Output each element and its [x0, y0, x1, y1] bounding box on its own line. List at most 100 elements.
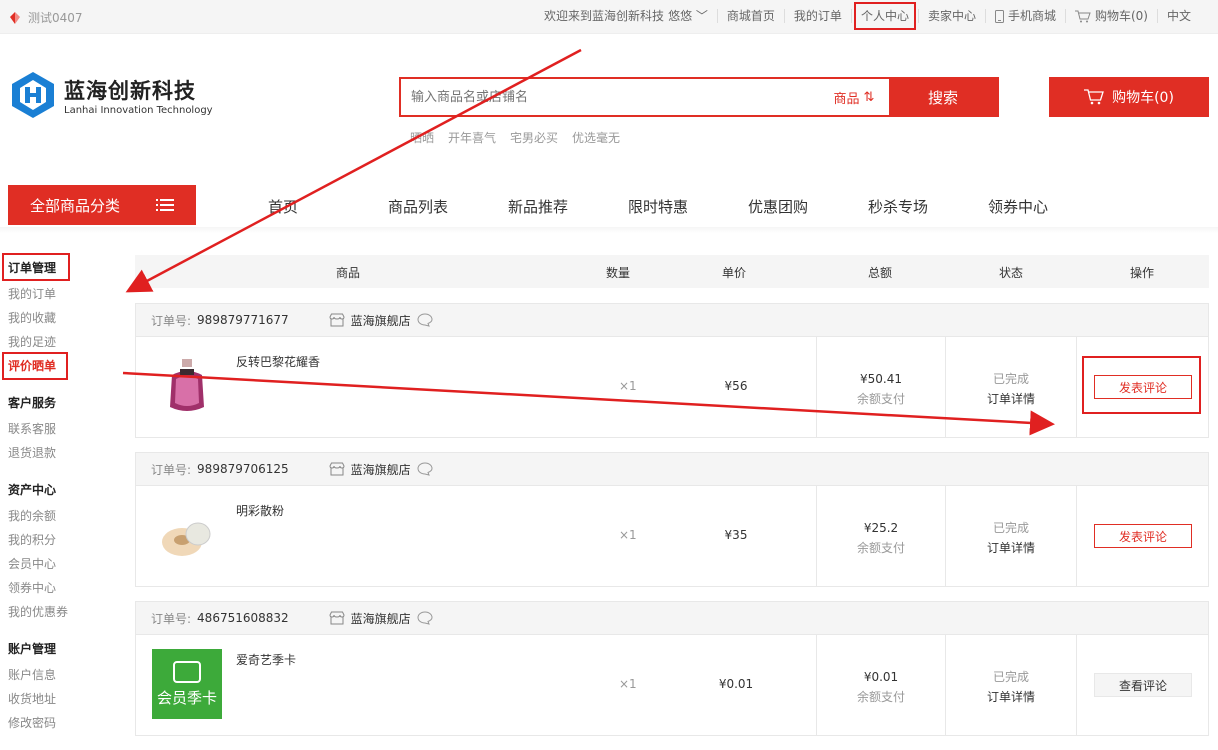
sidebar-group-title: 账户管理: [8, 642, 57, 656]
nav-product-list[interactable]: 商品列表: [388, 196, 508, 217]
order-detail-link[interactable]: 订单详情: [946, 389, 1076, 409]
view-review-button[interactable]: 查看评论: [1094, 673, 1192, 697]
order-number: 989879771677: [197, 313, 289, 327]
annotation-box-order-management: [2, 253, 70, 281]
swap-icon: ⇅: [863, 89, 875, 105]
nav-home[interactable]: 首页: [268, 196, 388, 217]
nav-group-buy[interactable]: 优惠团购: [748, 196, 868, 217]
chat-icon[interactable]: [417, 611, 433, 625]
product-image-powder[interactable]: [152, 500, 222, 570]
all-categories-label: 全部商品分类: [29, 196, 120, 215]
location-selector[interactable]: 测试0407: [8, 9, 83, 26]
hotword[interactable]: 宅男必买: [510, 129, 558, 146]
product-image-iqiyi-card[interactable]: 会员季卡: [152, 649, 222, 719]
shop-link[interactable]: 蓝海旗舰店: [329, 312, 433, 329]
product-price: ¥56: [724, 379, 748, 393]
order-total: ¥0.01 余额支付: [816, 635, 946, 735]
personal-center-label: 个人中心: [853, 2, 916, 30]
nav-flash-sale[interactable]: 秒杀专场: [868, 196, 988, 217]
order-header: 订单号: 989879706125 蓝海旗舰店: [136, 453, 1208, 486]
hotword[interactable]: 优选毫无: [572, 129, 620, 146]
product-name[interactable]: 明彩散粉: [236, 502, 284, 519]
username: 悠悠: [668, 9, 693, 23]
product-name[interactable]: 反转巴黎花耀香: [236, 353, 320, 370]
sidebar-item-change-password[interactable]: 修改密码: [8, 711, 118, 735]
col-total: 总额: [867, 266, 893, 280]
nav-coupon-center[interactable]: 领券中心: [988, 196, 1108, 217]
sidebar-item-addresses[interactable]: 收货地址: [8, 687, 118, 711]
product-image-perfume[interactable]: [152, 351, 222, 421]
product-name[interactable]: 爱奇艺季卡: [236, 651, 296, 668]
order-number: 989879706125: [197, 462, 289, 476]
mobile-mall-label: 手机商城: [1007, 9, 1056, 23]
link-my-orders[interactable]: 我的订单: [783, 9, 851, 23]
all-categories-button[interactable]: 全部商品分类: [8, 185, 196, 225]
order-detail-link[interactable]: 订单详情: [946, 538, 1076, 558]
sidebar-item-balance[interactable]: 我的余额: [8, 504, 118, 528]
search-type-toggle[interactable]: 商品 ⇅: [819, 79, 889, 115]
welcome-text: 欢迎来到蓝海创新科技 悠悠 ﹀: [535, 9, 717, 23]
sidebar-item-favorites[interactable]: 我的收藏: [8, 306, 118, 330]
username-dropdown[interactable]: 悠悠 ﹀: [668, 9, 708, 23]
brand-logo[interactable]: 蓝海创新科技 Lanhai Innovation Technology: [8, 70, 213, 120]
phone-icon: [994, 9, 1004, 23]
brand-name: 蓝海创新科技: [64, 78, 196, 103]
brand-name-en: Lanhai Innovation Technology: [64, 104, 213, 116]
nav-new-products[interactable]: 新品推荐: [508, 196, 628, 217]
status-text: 已完成: [992, 670, 1029, 684]
shop-link[interactable]: 蓝海旗舰店: [329, 610, 433, 627]
search-input[interactable]: [401, 79, 819, 115]
order-status: 已完成 订单详情: [946, 337, 1077, 437]
link-seller-center[interactable]: 卖家中心: [917, 9, 985, 23]
sidebar-item-account-info[interactable]: 账户信息: [8, 663, 118, 687]
sidebar-item-coupon-center[interactable]: 领券中心: [8, 576, 118, 600]
pay-method: 余额支付: [856, 392, 905, 406]
sidebar-item-contact-service[interactable]: 联系客服: [8, 417, 118, 441]
link-language[interactable]: 中文: [1156, 9, 1200, 23]
sidebar: 订单管理 我的订单 我的收藏 我的足迹 评价晒单 客户服务 联系客服 退货退款 …: [8, 258, 118, 750]
link-mall-home[interactable]: 商城首页: [716, 9, 784, 23]
hotword[interactable]: 开年喜气: [448, 129, 496, 146]
sidebar-item-my-coupons[interactable]: 我的优惠券: [8, 600, 118, 624]
sidebar-item-points[interactable]: 我的积分: [8, 528, 118, 552]
write-review-button[interactable]: 发表评论: [1094, 524, 1192, 548]
sidebar-item-my-orders[interactable]: 我的订单: [8, 282, 118, 306]
sidebar-item-footprints[interactable]: 我的足迹: [8, 330, 118, 354]
order-header: 订单号: 989879771677 蓝海旗舰店: [136, 304, 1208, 337]
pay-method: 余额支付: [856, 690, 905, 704]
link-personal-center[interactable]: 个人中心: [850, 2, 918, 30]
shop-icon: [329, 611, 345, 625]
shop-name: 蓝海旗舰店: [350, 462, 411, 477]
order-number: 486751608832: [197, 611, 289, 625]
chat-icon[interactable]: [417, 313, 433, 327]
annotation-box-review-button: [1082, 356, 1201, 414]
order-total: ¥25.2 余额支付: [816, 486, 946, 586]
shop-icon: [329, 313, 345, 327]
chat-icon[interactable]: [417, 462, 433, 476]
logo-icon: [12, 72, 54, 118]
hotword[interactable]: 晒晒: [410, 129, 434, 146]
top-bar: 测试0407 欢迎来到蓝海创新科技 悠悠 ﹀ 商城首页 我的订单 个人中心 卖家…: [0, 0, 1218, 34]
nav-divider: [0, 227, 1218, 233]
order-total: ¥50.41 余额支付: [816, 337, 946, 437]
order-no-label: 订单号:: [151, 462, 192, 477]
order-card: 订单号: 486751608832 蓝海旗舰店 会员季卡 爱奇艺季卡 ×1 ¥0…: [135, 601, 1209, 736]
search-button[interactable]: 搜索: [889, 79, 997, 115]
annotation-box-reviews: [2, 352, 68, 380]
search-type-label: 商品: [833, 91, 860, 107]
product-price: ¥0.01: [718, 677, 754, 691]
col-status: 状态: [998, 266, 1024, 280]
search-bar: 商品 ⇅ 搜索: [399, 77, 999, 117]
link-mobile-mall[interactable]: 手机商城: [984, 9, 1065, 23]
link-cart[interactable]: 购物车(0): [1064, 9, 1157, 23]
cart-button[interactable]: 购物车(0): [1049, 77, 1209, 117]
cart-icon: [1084, 89, 1104, 105]
order-table-header: 商品 数量 单价 总额 状态 操作: [135, 255, 1209, 288]
nav-limited-offers[interactable]: 限时特惠: [628, 196, 748, 217]
total-amount: ¥0.01: [863, 670, 899, 684]
shop-link[interactable]: 蓝海旗舰店: [329, 461, 433, 478]
order-detail-link[interactable]: 订单详情: [946, 687, 1076, 707]
sidebar-item-membership[interactable]: 会员中心: [8, 552, 118, 576]
order-status: 已完成 订单详情: [946, 635, 1077, 735]
sidebar-item-refunds[interactable]: 退货退款: [8, 441, 118, 465]
